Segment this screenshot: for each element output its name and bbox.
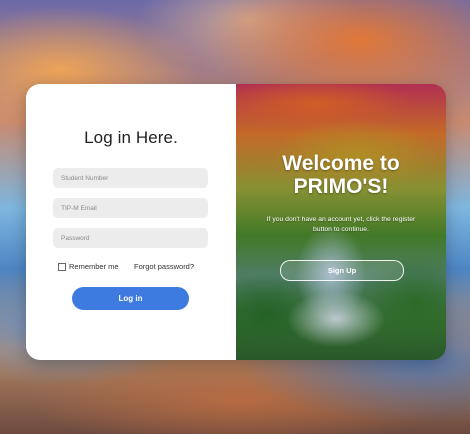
email-input[interactable] [53,198,208,218]
login-panel: Log in Here. Remember me Forgot password… [26,84,236,360]
remember-label: Remember me [69,262,119,271]
welcome-title: Welcome to PRIMO'S! [282,152,400,198]
auth-card: Log in Here. Remember me Forgot password… [26,84,446,360]
welcome-panel: Welcome to PRIMO'S! If you don't have an… [236,84,446,360]
remember-me[interactable]: Remember me [58,262,119,271]
forgot-password-link[interactable]: Forgot password? [134,262,194,271]
sign-up-button[interactable]: Sign Up [280,260,404,281]
login-title: Log in Here. [84,128,178,147]
password-input[interactable] [53,228,208,248]
remember-checkbox[interactable] [58,262,66,271]
welcome-message: If you don't have an account yet, click … [266,216,416,233]
student-number-input[interactable] [53,168,208,188]
login-button[interactable]: Log in [72,287,189,310]
